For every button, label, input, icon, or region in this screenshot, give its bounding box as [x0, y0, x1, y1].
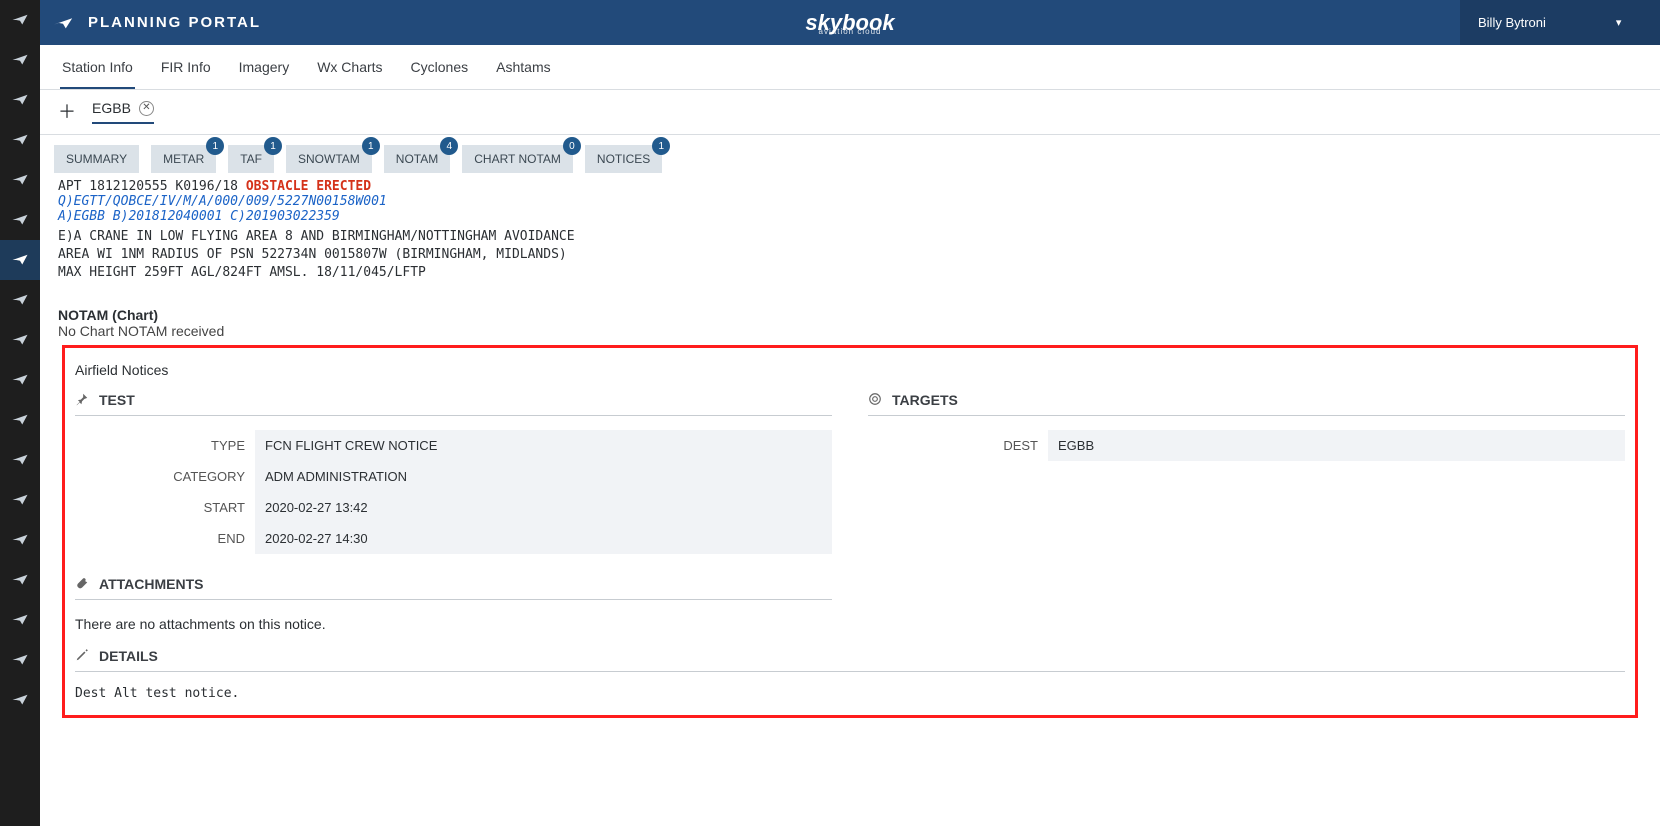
subtab-summary[interactable]: SUMMARY [54, 145, 139, 173]
tab-cyclones[interactable]: Cyclones [409, 59, 471, 89]
tab-imagery[interactable]: Imagery [237, 59, 292, 89]
details-title: DETAILS [99, 648, 158, 664]
target-icon [868, 392, 882, 409]
notam-id: APT 1812120555 K0196/18 [58, 179, 246, 194]
crossed-plane-icon[interactable] [0, 240, 40, 280]
targets-kv-table: DESTEGBB [868, 430, 1625, 461]
plane-logo-icon [52, 10, 74, 36]
globe-icon[interactable] [0, 120, 40, 160]
table-row: START2020-02-27 13:42 [75, 492, 832, 523]
tab-wx-charts[interactable]: Wx Charts [315, 59, 384, 89]
airfield-notices-highlight: Airfield Notices TEST TYPEFCN FLIGHT CRE… [62, 345, 1638, 718]
paperclip-icon [75, 576, 89, 593]
pin-icon [75, 392, 89, 409]
sub-tabs: SUMMARY METAR1 TAF1 SNOWTAM1 NOTAM4 CHART NOT… [40, 135, 1660, 179]
sun-icon[interactable] [0, 280, 40, 320]
table-row: DESTEGBB [868, 430, 1625, 461]
table-row: CATEGORYADM ADMINISTRATION [75, 461, 832, 492]
airfield-notices-heading: Airfield Notices [75, 362, 1625, 378]
badge: 4 [440, 137, 458, 155]
kv-key: END [75, 523, 255, 554]
subtab-snowtam[interactable]: SNOWTAM1 [286, 145, 372, 173]
add-module-icon[interactable] [0, 160, 40, 200]
subtab-notices[interactable]: NOTICES1 [585, 145, 662, 173]
badge: 0 [563, 137, 581, 155]
user-menu[interactable]: Billy Bytroni ▾ [1460, 0, 1660, 45]
subtab-taf[interactable]: TAF1 [228, 145, 274, 173]
kv-key: TYPE [75, 430, 255, 461]
notam-e-body: E)A CRANE IN LOW FLYING AREA 8 AND BIRMI… [58, 228, 1642, 283]
details-header: DETAILS [75, 648, 1625, 672]
subtab-chart-notam[interactable]: CHART NOTAM0 [462, 145, 573, 173]
gears-icon[interactable] [0, 520, 40, 560]
notice-test-title: TEST [99, 392, 135, 408]
kv-value: ADM ADMINISTRATION [255, 461, 832, 492]
kv-key: CATEGORY [75, 461, 255, 492]
kv-value: 2020-02-27 14:30 [255, 523, 832, 554]
notice-test-header: TEST [75, 392, 832, 416]
notam-a-line: A)EGBB B)201812040001 C)201903022359 [58, 209, 1642, 224]
clipboard-icon[interactable] [0, 400, 40, 440]
list-icon[interactable] [0, 200, 40, 240]
tab-station-info[interactable]: Station Info [60, 59, 135, 89]
plane-icon[interactable] [0, 40, 40, 80]
tab-ashtams[interactable]: Ashtams [494, 59, 552, 89]
badge: 1 [362, 137, 380, 155]
badge: 1 [206, 137, 224, 155]
header: PLANNING PORTAL skybook aviation cloud B… [40, 0, 1660, 45]
station-bar: ＋ EGBB ✕ [40, 90, 1660, 135]
notam-id-line: APT 1812120555 K0196/18 OBSTACLE ERECTED [58, 179, 1642, 194]
notam-q-line: Q)EGTT/QOBCE/IV/M/A/000/009/5227N00158W0… [58, 194, 1642, 209]
kv-key: DEST [868, 430, 1048, 461]
kv-key: START [75, 492, 255, 523]
station-code: EGBB [92, 100, 131, 116]
kv-value: EGBB [1048, 430, 1625, 461]
kv-value: 2020-02-27 13:42 [255, 492, 832, 523]
map-icon[interactable] [0, 480, 40, 520]
chevron-down-icon: ▾ [1616, 16, 1622, 29]
user-name: Billy Bytroni [1478, 15, 1546, 30]
scroll-content: APT 1812120555 K0196/18 OBSTACLE ERECTED… [40, 179, 1660, 736]
bars-icon[interactable] [0, 440, 40, 480]
targets-header: TARGETS [868, 392, 1625, 416]
pencil-icon [75, 648, 89, 665]
page-title: PLANNING PORTAL [88, 14, 261, 31]
badge: 1 [652, 137, 670, 155]
targets-title: TARGETS [892, 392, 958, 408]
attachments-text: There are no attachments on this notice. [75, 616, 1625, 632]
pin-icon[interactable] [0, 320, 40, 360]
notam-chart-heading: NOTAM (Chart) [58, 307, 1642, 323]
close-station-icon[interactable]: ✕ [139, 101, 154, 116]
table-row: TYPEFCN FLIGHT CREW NOTICE [75, 430, 832, 461]
notice-kv-table: TYPEFCN FLIGHT CREW NOTICECATEGORYADM AD… [75, 430, 832, 554]
station-tab[interactable]: EGBB ✕ [92, 100, 154, 124]
subtab-notam[interactable]: NOTAM4 [384, 145, 450, 173]
subtab-metar[interactable]: METAR1 [151, 145, 216, 173]
badge: 1 [264, 137, 282, 155]
plane-double-icon[interactable] [0, 80, 40, 120]
notice-right-col: TARGETS DESTEGBB [868, 378, 1625, 600]
attachments-title: ATTACHMENTS [99, 576, 203, 592]
notice-left-col: TEST TYPEFCN FLIGHT CREW NOTICECATEGORYA… [75, 378, 832, 600]
id-card-icon[interactable] [0, 360, 40, 400]
html-icon[interactable] [0, 600, 40, 640]
attachments-header: ATTACHMENTS [75, 576, 832, 600]
top-tabs: Station Info FIR Info Imagery Wx Charts Cycl… [40, 45, 1660, 90]
content-frame: Station Info FIR Info Imagery Wx Charts Cycl… [40, 45, 1660, 736]
details-text: Dest Alt test notice. [75, 686, 1625, 701]
brand-sublogo: aviation cloud [819, 27, 882, 36]
tab-fir-info[interactable]: FIR Info [159, 59, 213, 89]
kv-value: FCN FLIGHT CREW NOTICE [255, 430, 832, 461]
table-row: END2020-02-27 14:30 [75, 523, 832, 554]
monitor-icon[interactable] [0, 640, 40, 680]
warning-icon[interactable] [0, 680, 40, 720]
notam-chart-text: No Chart NOTAM received [58, 323, 1642, 339]
sidebar [0, 0, 40, 826]
notam-warning: OBSTACLE ERECTED [246, 179, 371, 194]
grid-icon[interactable] [0, 0, 40, 40]
add-station-button[interactable]: ＋ [58, 103, 76, 121]
user-icon[interactable] [0, 560, 40, 600]
